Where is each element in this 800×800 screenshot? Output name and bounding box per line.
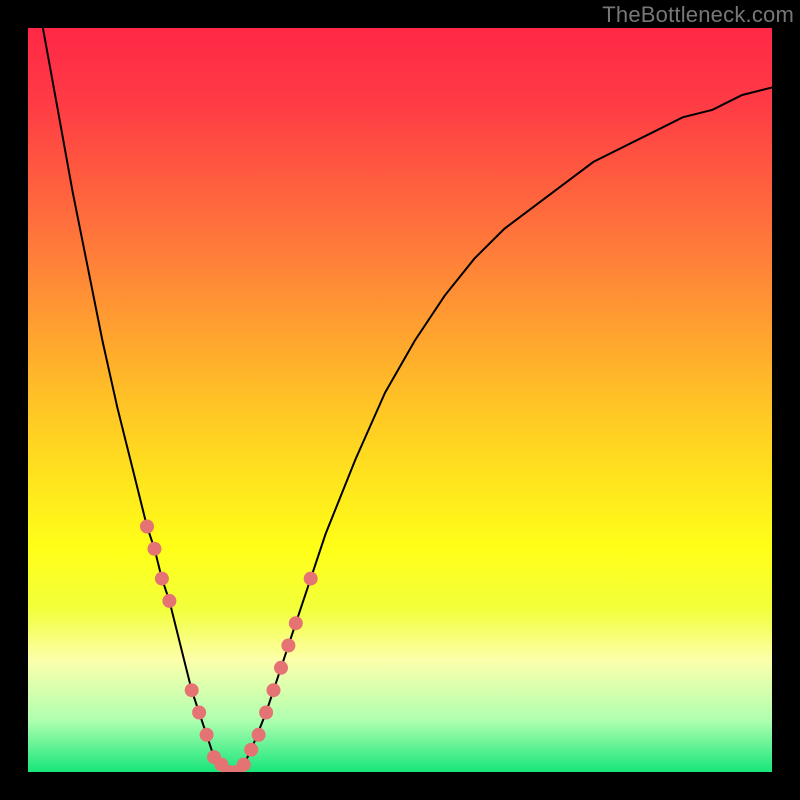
data-dot	[252, 728, 266, 742]
data-dot	[244, 743, 258, 757]
data-dot	[237, 758, 251, 772]
canvas-frame: TheBottleneck.com	[0, 0, 800, 800]
data-dot	[140, 520, 154, 534]
bottleneck-curve	[43, 28, 772, 772]
data-dots	[140, 520, 318, 773]
data-dot	[185, 683, 199, 697]
data-dot	[289, 616, 303, 630]
watermark: TheBottleneck.com	[602, 2, 794, 28]
data-dot	[304, 572, 318, 586]
data-dot	[259, 706, 273, 720]
data-dot	[200, 728, 214, 742]
data-dot	[162, 594, 176, 608]
data-dot	[274, 661, 288, 675]
plot-area	[28, 28, 772, 772]
data-dot	[155, 572, 169, 586]
data-dot	[148, 542, 162, 556]
data-dot	[281, 639, 295, 653]
chart-svg	[28, 28, 772, 772]
data-dot	[192, 706, 206, 720]
data-dot	[267, 683, 281, 697]
